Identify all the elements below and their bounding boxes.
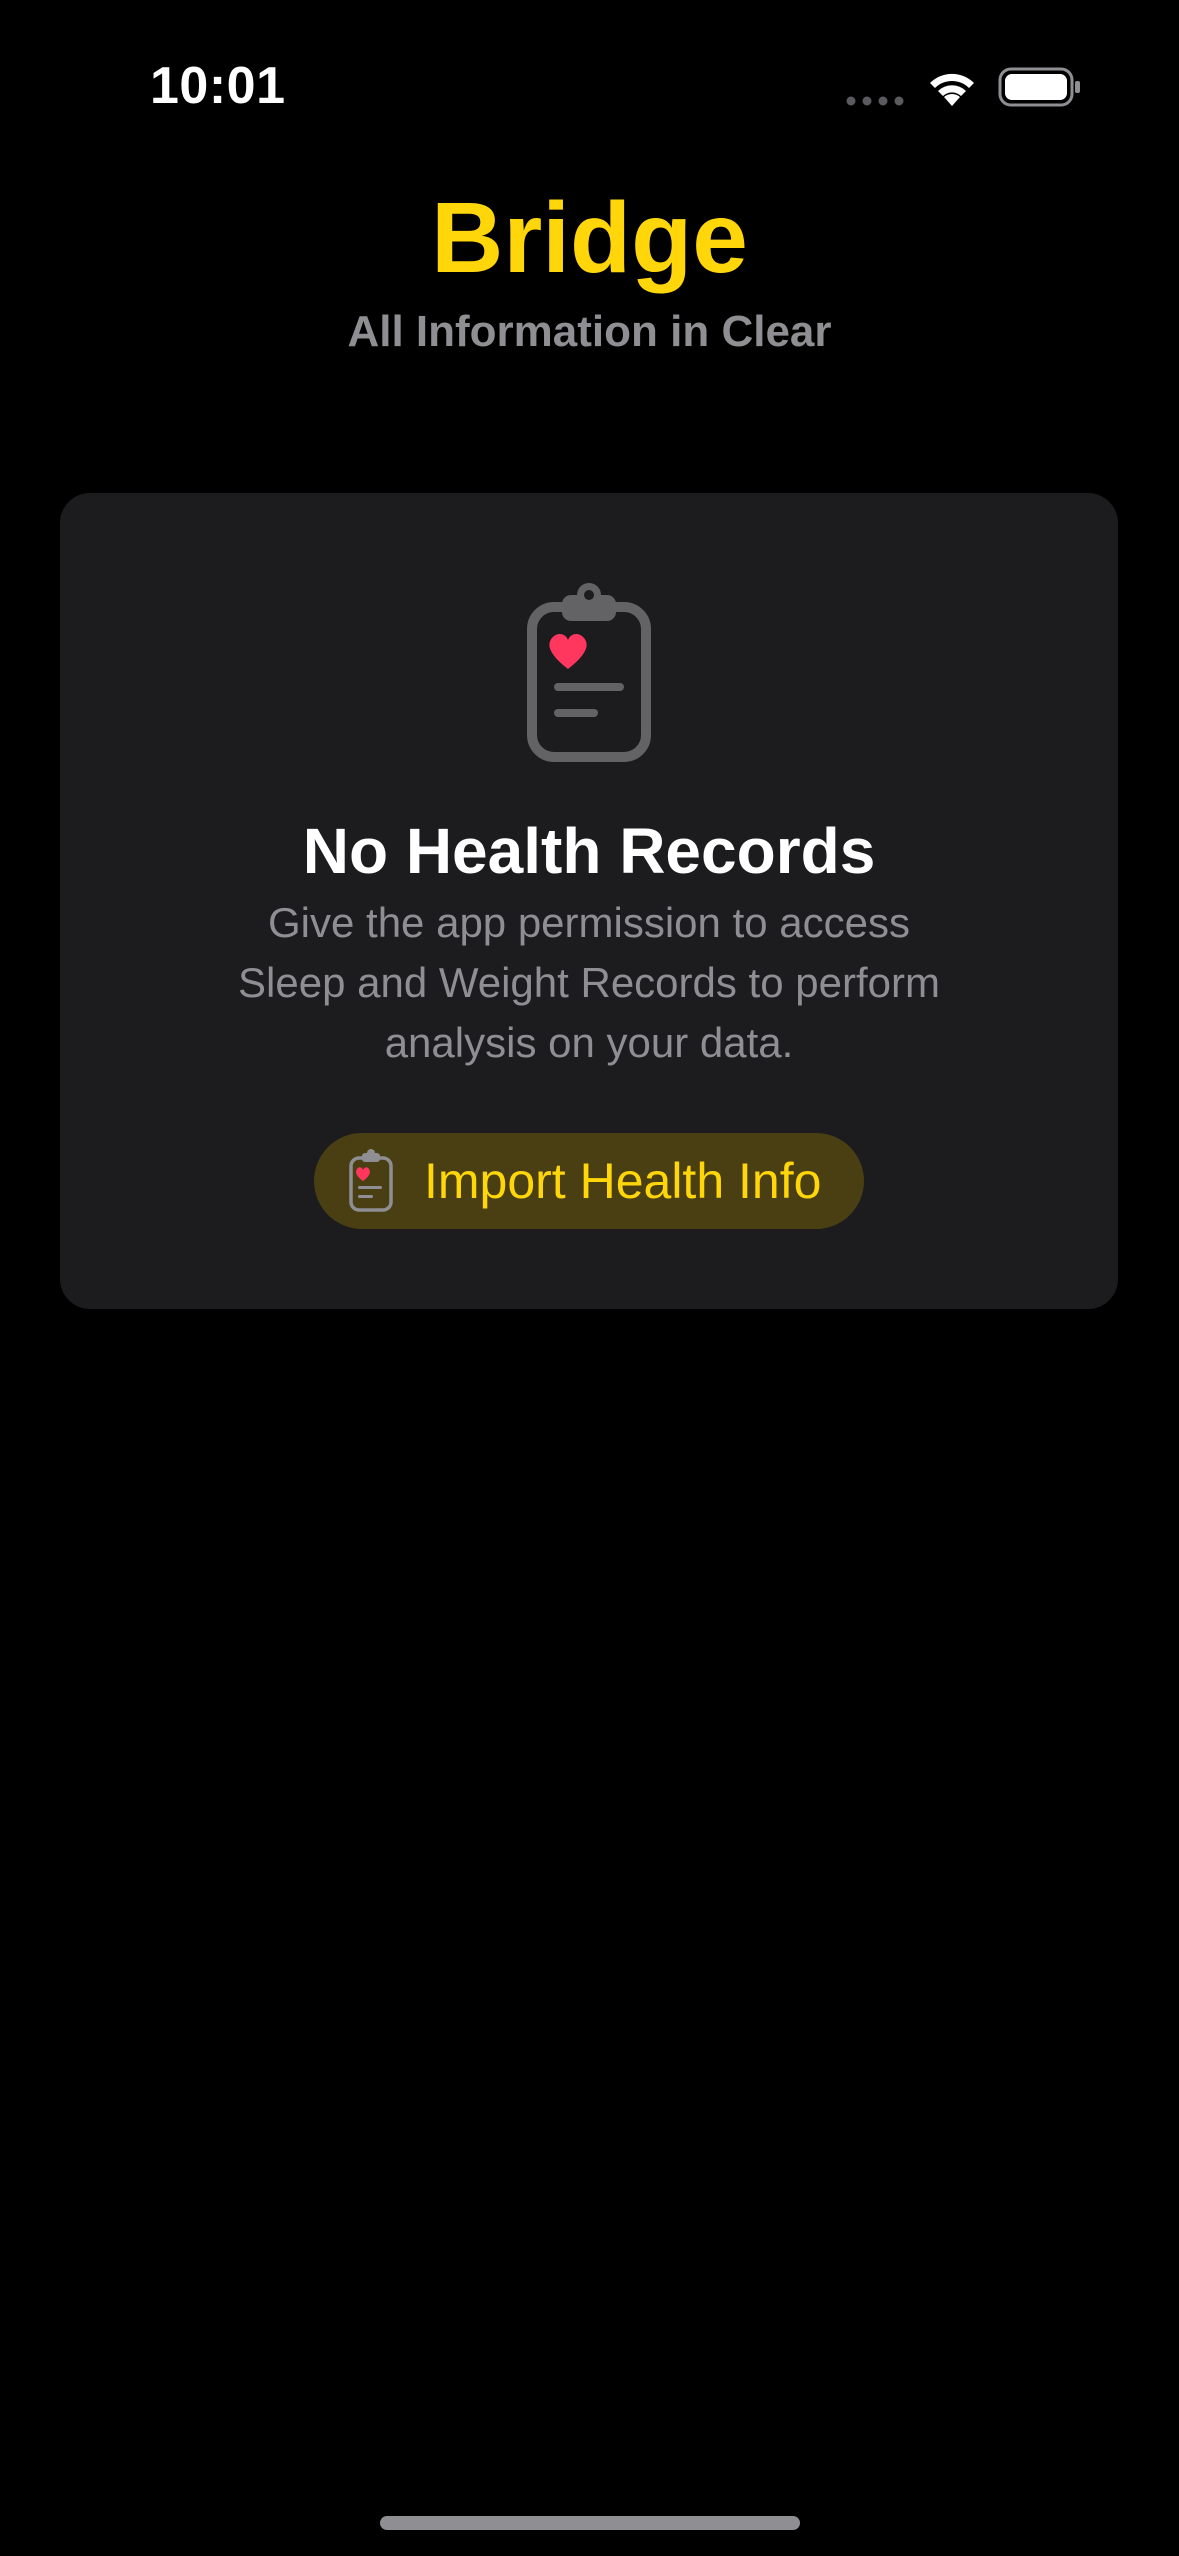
empty-state-title: No Health Records	[302, 815, 876, 887]
cellular-signal-icon	[846, 96, 904, 106]
clipboard-heart-icon	[349, 1149, 393, 1212]
app-subtitle: All Information in Clear	[347, 307, 832, 356]
status-bar: 10:01	[0, 0, 1179, 140]
import-health-info-button[interactable]: Import Health Info	[314, 1133, 864, 1229]
app-title: Bridge	[431, 182, 748, 294]
empty-state-card: No Health Records Give the app permissio…	[60, 493, 1118, 1309]
home-indicator[interactable]	[380, 2516, 800, 2530]
wifi-icon	[930, 73, 974, 106]
clipboard-heart-icon	[527, 583, 651, 762]
empty-state-description: Give the app permission to access Sleep …	[238, 899, 940, 1066]
status-time: 10:01	[150, 57, 286, 115]
battery-icon	[998, 67, 1080, 107]
import-button-label: Import Health Info	[424, 1153, 822, 1209]
